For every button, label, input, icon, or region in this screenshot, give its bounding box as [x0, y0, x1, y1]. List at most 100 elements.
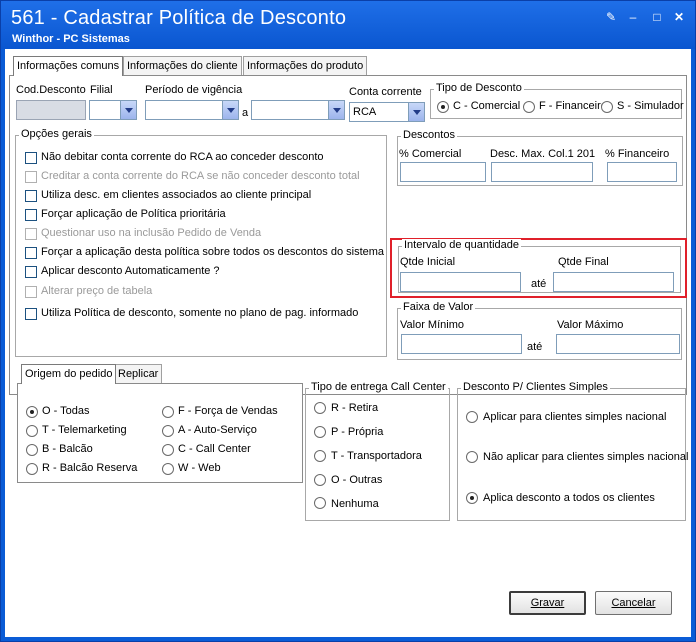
entrega-radio[interactable]	[314, 426, 326, 438]
origem-label: O - Todas	[42, 405, 90, 417]
valor-minimo-field[interactable]	[401, 334, 522, 354]
gravar-button[interactable]: Gravar	[509, 591, 586, 615]
qtde-final-field[interactable]	[553, 272, 674, 292]
tipo-desconto-group: Tipo de Desconto C - Comercial F - Finan…	[430, 82, 684, 119]
origem-radio[interactable]	[26, 425, 38, 437]
tipo-entrega-group: Tipo de entrega Call Center R - Retira P…	[305, 381, 450, 521]
origem-label: F - Força de Vendas	[178, 405, 278, 417]
periodo-vigencia-label: Período de vigência	[145, 84, 243, 96]
comercial-field[interactable]	[400, 162, 486, 182]
intervalo-title: Intervalo de quantidade	[402, 239, 521, 251]
tab-replicar[interactable]: Replicar	[114, 364, 163, 384]
tipo-desconto-radio-simulador[interactable]	[601, 101, 613, 113]
intervalo-quantidade-group: Intervalo de quantidade Qtde Inicial Qtd…	[398, 239, 681, 293]
title-bar: 561 - Cadastrar Política de Desconto Win…	[1, 1, 695, 49]
financeiro-field[interactable]	[607, 162, 677, 182]
window-client-area: Informações comuns Informações do client…	[5, 49, 691, 637]
faixa-valor-title: Faixa de Valor	[401, 301, 476, 313]
filial-combo[interactable]	[89, 100, 137, 120]
tipo-desconto-label: F - Financeiro	[539, 100, 607, 112]
valor-minimo-label: Valor Mínimo	[400, 319, 464, 331]
max-col-label: Desc. Max. Col.1 201	[490, 148, 596, 160]
option-label: Forçar a aplicação desta política sobre …	[41, 246, 385, 258]
cancelar-button[interactable]: Cancelar	[595, 591, 672, 615]
option-checkbox[interactable]	[25, 308, 37, 320]
origem-label: A - Auto-Serviço	[178, 424, 257, 436]
entrega-label: T - Transportadora	[331, 450, 422, 462]
window-title: 561 - Cadastrar Política de Desconto	[11, 7, 347, 29]
valor-maximo-field[interactable]	[556, 334, 680, 354]
qtde-inicial-label: Qtde Inicial	[400, 256, 456, 268]
periodo-a-label: a	[242, 107, 249, 119]
gravar-label: Gravar	[530, 597, 565, 609]
option-checkbox[interactable]	[25, 247, 37, 259]
max-col-field[interactable]	[491, 162, 593, 182]
window-subtitle: Winthor - PC Sistemas	[12, 33, 130, 45]
option-checkbox[interactable]	[25, 266, 37, 278]
tab-informacoes-comuns[interactable]: Informações comuns	[13, 56, 124, 76]
origem-label: W - Web	[178, 462, 221, 474]
option-checkbox[interactable]	[25, 286, 37, 298]
edit-icon[interactable]: ✎	[602, 9, 620, 25]
filial-label: Filial	[90, 84, 113, 96]
chevron-down-icon[interactable]	[328, 101, 344, 119]
tipo-entrega-title: Tipo de entrega Call Center	[309, 381, 448, 393]
comercial-label: % Comercial	[399, 148, 462, 160]
cancelar-label: Cancelar	[611, 597, 656, 609]
cod-desconto-label: Cod.Desconto	[16, 84, 86, 96]
option-label: Utiliza Política de desconto, somente no…	[41, 307, 359, 319]
maximize-icon[interactable]: □	[648, 9, 666, 25]
entrega-label: P - Própria	[331, 426, 384, 438]
qtde-inicial-field[interactable]	[400, 272, 521, 292]
origem-radio[interactable]	[162, 444, 174, 456]
tab-informacoes-produto[interactable]: Informações do produto	[243, 56, 368, 76]
option-label: Alterar preço de tabela	[41, 285, 153, 297]
option-label: Creditar a conta corrente do RCA se não …	[41, 170, 360, 182]
origem-radio[interactable]	[26, 406, 38, 418]
financeiro-label: % Financeiro	[605, 148, 670, 160]
descontos-title: Descontos	[401, 129, 457, 141]
chevron-down-icon[interactable]	[408, 103, 424, 121]
option-checkbox[interactable]	[25, 190, 37, 202]
periodo-inicio-combo[interactable]	[145, 100, 239, 120]
tab-origem-pedido[interactable]: Origem do pedido	[21, 364, 117, 384]
clientes-simples-label: Aplica desconto a todos os clientes	[483, 492, 655, 504]
tipo-desconto-title: Tipo de Desconto	[434, 82, 524, 94]
opcoes-gerais-title: Opções gerais	[19, 128, 94, 140]
option-checkbox[interactable]	[25, 152, 37, 164]
informacoes-comuns-panel: Cod.Desconto Filial Período de vigência …	[9, 75, 687, 395]
option-checkbox[interactable]	[25, 171, 37, 183]
conta-corrente-combo[interactable]: RCA	[349, 102, 425, 122]
entrega-radio[interactable]	[314, 474, 326, 486]
entrega-radio[interactable]	[314, 497, 326, 509]
origem-radio[interactable]	[162, 406, 174, 418]
entrega-label: O - Outras	[331, 474, 383, 486]
option-label: Forçar aplicação de Política prioritária	[41, 208, 226, 220]
origem-radio[interactable]	[162, 425, 174, 437]
tab-informacoes-cliente[interactable]: Informações do cliente	[123, 56, 242, 76]
clientes-simples-radio[interactable]	[466, 492, 478, 504]
clientes-simples-radio[interactable]	[466, 451, 478, 463]
origem-radio[interactable]	[26, 463, 38, 475]
tipo-desconto-radio-comercial[interactable]	[437, 101, 449, 113]
cod-desconto-field[interactable]	[16, 100, 86, 120]
tab-label: Origem do pedido	[25, 368, 113, 380]
clientes-simples-title: Desconto P/ Clientes Simples	[461, 381, 610, 393]
option-checkbox[interactable]	[25, 209, 37, 221]
close-icon[interactable]: ✕	[670, 9, 688, 25]
clientes-simples-radio[interactable]	[466, 411, 478, 423]
option-checkbox[interactable]	[25, 228, 37, 240]
entrega-radio[interactable]	[314, 450, 326, 462]
chevron-down-icon[interactable]	[222, 101, 238, 119]
entrega-radio[interactable]	[314, 402, 326, 414]
faixa-valor-group: Faixa de Valor Valor Mínimo Valor Máximo…	[397, 301, 682, 360]
conta-corrente-value: RCA	[353, 106, 377, 118]
tipo-desconto-radio-financeiro[interactable]	[523, 101, 535, 113]
chevron-down-icon[interactable]	[120, 101, 136, 119]
periodo-fim-combo[interactable]	[251, 100, 345, 120]
origem-radio[interactable]	[162, 463, 174, 475]
tipo-desconto-label: C - Comercial	[453, 100, 521, 112]
origem-radio[interactable]	[26, 444, 38, 456]
minimize-icon[interactable]: –	[624, 9, 642, 25]
tab-label: Informações do produto	[247, 60, 364, 72]
